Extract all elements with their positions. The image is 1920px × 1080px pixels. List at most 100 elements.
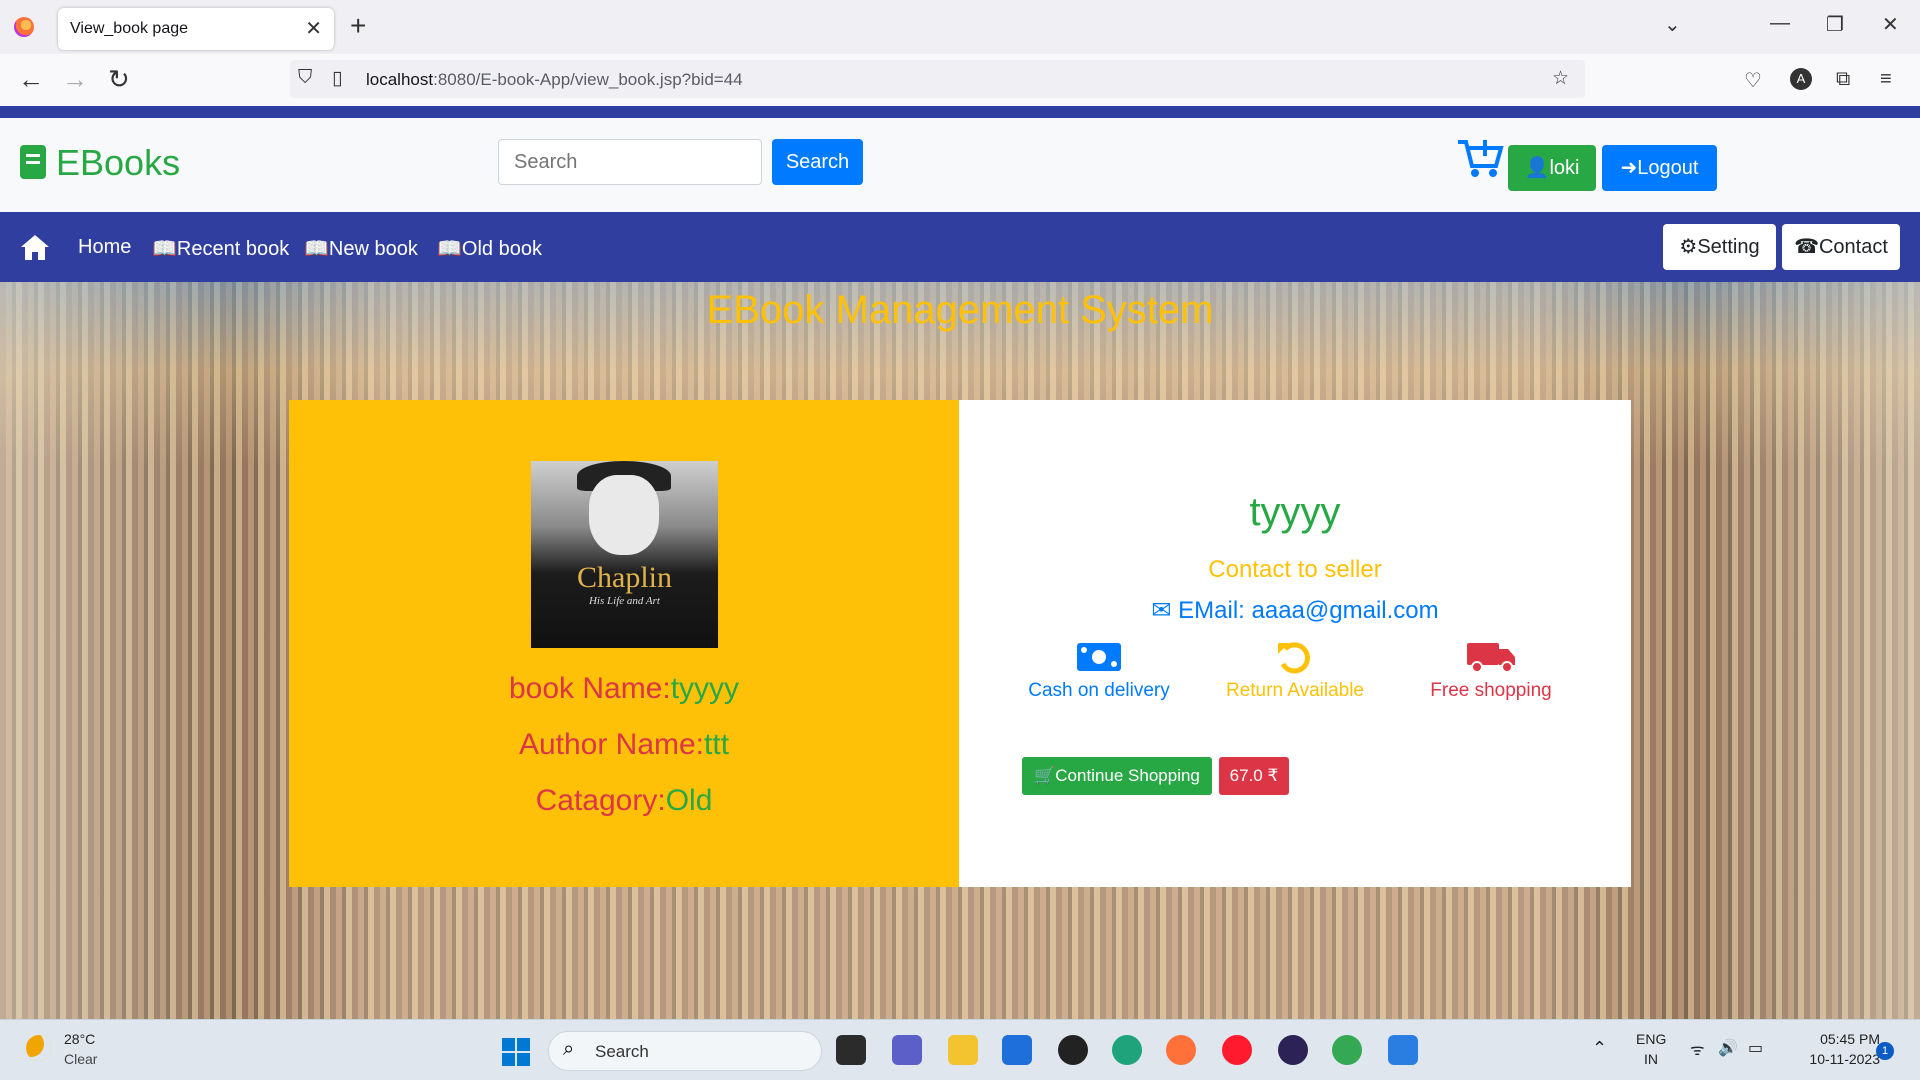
volume-icon[interactable]: 🔊 xyxy=(1718,1038,1738,1058)
nav-old-book[interactable]: 📖Old book xyxy=(437,236,542,261)
phone-square-icon: ☎ xyxy=(1794,236,1819,258)
seller-panel: tyyyy Contact to seller ✉ EMail: aaaa@gm… xyxy=(959,400,1631,887)
clock-time[interactable]: 05:45 PM xyxy=(1790,1031,1880,1047)
feature-return-available: Return Available xyxy=(1195,640,1395,702)
wifi-icon[interactable]: ᯤ xyxy=(1690,1038,1705,1060)
extensions-icon[interactable]: ⧉ xyxy=(1836,68,1850,91)
reload-icon[interactable]: ↻ xyxy=(108,64,130,95)
site-title: EBook Management System xyxy=(706,288,1214,332)
logout-button[interactable]: ➜Logout xyxy=(1602,145,1717,191)
notification-badge[interactable]: 1 xyxy=(1876,1042,1894,1060)
site-header: EBooks Search 👤loki ➜Logout xyxy=(0,118,1920,212)
truck-icon xyxy=(1467,643,1515,673)
opera-icon[interactable] xyxy=(1222,1035,1252,1065)
chrome-icon[interactable] xyxy=(1332,1035,1362,1065)
restore-icon[interactable]: ❐ xyxy=(1826,12,1844,37)
browser-tab[interactable]: View_book page ✕ xyxy=(58,8,334,50)
nav-new-book[interactable]: 📖New book xyxy=(304,236,418,261)
language-in[interactable]: IN xyxy=(1644,1051,1658,1067)
edge-icon[interactable] xyxy=(1112,1035,1142,1065)
browser-toolbar: ← → ↻ ⛉ ▯ localhost:8080/E-book-App/view… xyxy=(0,54,1920,106)
url-bar[interactable]: ⛉ ▯ localhost:8080/E-book-App/view_book.… xyxy=(290,60,1585,98)
firefox-taskbar-icon[interactable] xyxy=(1166,1035,1196,1065)
forward-icon[interactable]: → xyxy=(62,64,88,95)
taskbar-search-label: Search xyxy=(595,1042,649,1061)
shield-icon[interactable]: ⛉ xyxy=(298,67,312,89)
undo-icon xyxy=(1278,642,1310,674)
book-cover-image: Chaplin His Life and Art xyxy=(531,461,718,648)
open-book-icon: 📖 xyxy=(437,238,462,260)
moon-icon[interactable] xyxy=(26,1035,52,1061)
tab-title: View_book page xyxy=(70,20,189,37)
cart-plus-icon: 🛒 xyxy=(1034,766,1056,785)
main-nav: Home 📖Recent book 📖New book 📖Old book xyxy=(0,212,1920,282)
tab-close-icon[interactable]: ✕ xyxy=(305,16,322,41)
pocket-icon[interactable]: ♡ xyxy=(1744,68,1762,93)
user-plus-icon: 👤 xyxy=(1524,157,1550,179)
book-category: Catagory:Old xyxy=(535,784,713,817)
file-explorer-icon[interactable] xyxy=(948,1035,978,1065)
url-text[interactable]: localhost:8080/E-book-App/view_book.jsp?… xyxy=(366,70,743,90)
feature-cash-on-delivery: Cash on delivery xyxy=(999,640,1199,702)
account-icon[interactable]: A xyxy=(1790,68,1812,90)
top-strip xyxy=(0,106,1920,118)
search-button[interactable]: Search xyxy=(772,139,863,185)
home-icon[interactable] xyxy=(20,233,50,261)
user-button[interactable]: 👤loki xyxy=(1508,145,1596,191)
task-view-icon[interactable] xyxy=(836,1035,866,1065)
weather-temp[interactable]: 28°C xyxy=(64,1031,95,1047)
tab-list-chevron-icon[interactable]: ⌄ xyxy=(1664,12,1681,37)
cover-face xyxy=(589,475,659,555)
taskbar: 28°C Clear ⌕ Search ⌃ ENG IN ᯤ 🔊 ▭ 05:45… xyxy=(0,1019,1920,1080)
contact-button[interactable]: ☎Contact xyxy=(1782,224,1900,270)
eclipse-icon[interactable] xyxy=(1278,1035,1308,1065)
menu-icon[interactable]: ≡ xyxy=(1880,68,1892,91)
cover-subtitle: His Life and Art xyxy=(588,595,660,607)
feature-label: Return Available xyxy=(1225,680,1365,701)
feature-label: Cash on delivery xyxy=(1028,680,1170,701)
battery-icon[interactable]: ▭ xyxy=(1748,1038,1763,1058)
cover-title: Chaplin xyxy=(577,561,672,594)
gear-icon: ⚙ xyxy=(1679,236,1698,258)
contact-seller-heading: Contact to seller xyxy=(1208,556,1382,583)
brand-logo[interactable]: EBooks xyxy=(20,142,180,184)
page-icon[interactable]: ▯ xyxy=(332,67,342,90)
cart-icon[interactable] xyxy=(1456,136,1504,178)
nav-recent-book[interactable]: 📖Recent book xyxy=(152,236,289,261)
book-icon xyxy=(20,145,46,179)
search-input[interactable] xyxy=(498,139,762,185)
search-icon: ⌕ xyxy=(563,1038,575,1060)
feature-free-shipping: Free shopping xyxy=(1391,640,1591,702)
feature-label: Free shopping xyxy=(1430,680,1552,701)
close-window-icon[interactable]: ✕ xyxy=(1882,12,1899,37)
taskbar-search[interactable]: ⌕ Search xyxy=(548,1031,822,1071)
firefox-icon xyxy=(14,17,34,37)
photos-icon[interactable] xyxy=(1388,1035,1418,1065)
open-book-icon: 📖 xyxy=(304,238,329,260)
continue-shopping-button[interactable]: 🛒Continue Shopping xyxy=(1022,757,1212,795)
sign-in-icon: ➜ xyxy=(1620,157,1638,179)
author-name: Author Name:ttt xyxy=(518,728,730,761)
book-details-panel: Chaplin His Life and Art book Name:tyyyy… xyxy=(289,400,959,887)
setting-button[interactable]: ⚙Setting xyxy=(1663,224,1776,270)
envelope-icon: ✉ xyxy=(1151,597,1179,624)
price-button[interactable]: 67.0 ₹ xyxy=(1219,757,1289,795)
new-tab-icon[interactable]: + xyxy=(350,10,366,42)
nav-home[interactable]: Home xyxy=(78,236,131,259)
weather-desc[interactable]: Clear xyxy=(64,1051,97,1067)
bookmark-star-icon[interactable]: ☆ xyxy=(1552,67,1569,90)
windows-start-icon[interactable] xyxy=(502,1038,530,1066)
back-icon[interactable]: ← xyxy=(18,64,44,95)
language-eng[interactable]: ENG xyxy=(1636,1031,1666,1047)
chevron-up-icon[interactable]: ⌃ xyxy=(1592,1038,1607,1059)
money-icon xyxy=(1077,643,1121,671)
web-page: EBooks Search 👤loki ➜Logout Home 📖Recent… xyxy=(0,106,1920,1019)
minimize-icon[interactable]: — xyxy=(1770,12,1790,35)
seller-email: ✉ EMail: aaaa@gmail.com xyxy=(1151,597,1439,624)
book-name: book Name:tyyyy xyxy=(508,672,740,705)
open-book-icon: 📖 xyxy=(152,238,177,260)
dell-icon[interactable] xyxy=(1058,1035,1088,1065)
clock-date[interactable]: 10-11-2023 xyxy=(1780,1051,1880,1067)
store-icon[interactable] xyxy=(1002,1035,1032,1065)
teams-icon[interactable] xyxy=(892,1035,922,1065)
